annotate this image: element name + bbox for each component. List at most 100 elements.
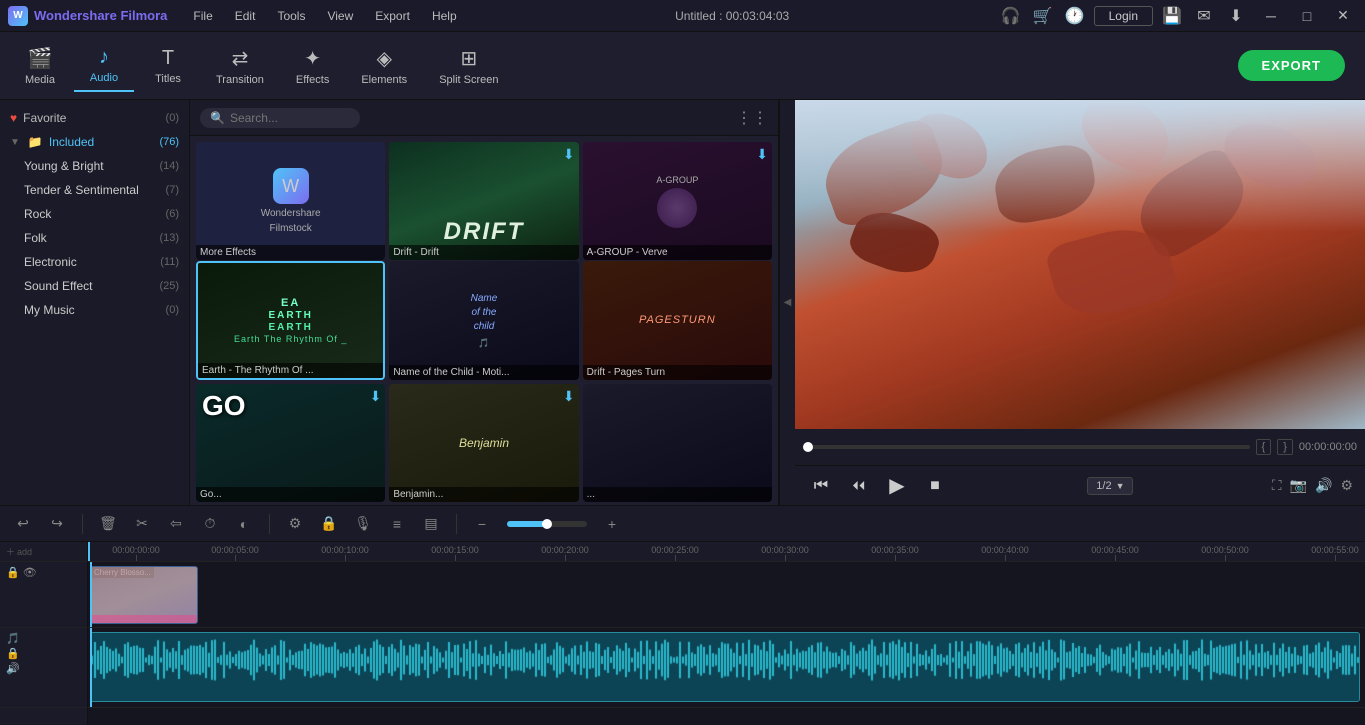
settings-btn[interactable]: ⚙ [282,511,308,537]
go-download-icon[interactable]: ⬇ [370,388,382,405]
save-icon[interactable]: 💾 [1159,3,1185,29]
tool-titles[interactable]: T Titles [138,41,198,91]
play-button[interactable]: ▶ [883,472,911,500]
menu-edit[interactable]: Edit [225,7,266,25]
sidebar-favorite[interactable]: ♥ Favorite (0) [0,106,189,130]
tool-audio[interactable]: ♪ Audio [74,40,134,92]
minimize-button[interactable]: ─ [1257,5,1285,27]
delete-button[interactable]: 🗑 [95,511,121,537]
drift-download-icon[interactable]: ⬇ [563,146,575,163]
start-marker[interactable]: { [1256,439,1272,455]
audio-detach-button[interactable]: ≡ [384,511,410,537]
color-match-button[interactable]: ◐ [231,511,257,537]
sidebar-sound-effect[interactable]: Sound Effect (25) [0,274,189,298]
speed-button[interactable]: ⏱ [197,511,223,537]
stop-button[interactable]: ■ [921,472,949,500]
tool-media[interactable]: 🎬 Media [10,40,70,92]
folk-count: (13) [159,232,179,244]
frame-back-button[interactable]: ⏴⏴ [845,472,873,500]
more-effects-label: More Effects [196,245,385,260]
settings-icon[interactable]: ⚙ [1340,477,1353,494]
titles-icon: T [162,47,174,70]
mail-icon[interactable]: ✉ [1191,3,1217,29]
audio-lock-icon[interactable]: 🔒 [6,647,20,660]
sidebar-rock[interactable]: Rock (6) [0,202,189,226]
page-indicator[interactable]: 1/2 ▼ [1087,477,1133,495]
panel-collapse-btn[interactable]: ◀ [779,100,795,505]
zoom-out-button[interactable]: − [469,511,495,537]
add-icon[interactable]: ＋ [6,545,15,558]
benjamin-download-icon[interactable]: ⬇ [563,388,575,405]
earth-card[interactable]: EA EARTH EARTH Earth The Rhythm Of _ Ear… [196,261,385,379]
preview-progress-bar[interactable] [803,445,1250,449]
step-back-button[interactable]: ⏮ [807,472,835,500]
zoom-slider[interactable] [507,521,587,527]
folder-icon: 📁 [28,135,43,149]
video-clip[interactable]: Cherry Blosso... [90,566,198,624]
page-value: 1/2 [1096,480,1111,492]
benjamin-card[interactable]: Benjamin ⬇ Benjamin... [389,384,578,502]
media-toolbar: 🔍 ⋮⋮ [190,100,778,136]
grid-view-icon[interactable]: ⋮⋮ [736,108,768,128]
young-bright-count: (14) [159,160,179,172]
undo-button[interactable]: ↩ [10,511,36,537]
export-button[interactable]: EXPORT [1238,50,1345,81]
sound-effect-count: (25) [159,280,179,292]
snapshot-icon[interactable]: 📷 [1290,477,1307,494]
sidebar-electronic[interactable]: Electronic (11) [0,250,189,274]
sidebar-tender-sentimental[interactable]: Tender & Sentimental (7) [0,178,189,202]
download-icon[interactable]: ⬇ [1223,3,1249,29]
menu-tools[interactable]: Tools [267,7,315,25]
unknown-card[interactable]: ... [583,384,772,502]
more-effects-card[interactable]: W Wondershare Filmstock More Effects [196,142,385,260]
drift-card[interactable]: DRIFT ⬇ Drift - Drift [389,142,578,260]
tool-split-screen[interactable]: ⊞ Split Screen [425,40,512,92]
lock-button[interactable]: 🔒 [316,511,342,537]
ruler-mark: 00:00:50:00 [1170,545,1280,561]
playhead[interactable] [88,542,90,561]
cut-button[interactable]: ✂ [129,511,155,537]
menu-export[interactable]: Export [365,7,420,25]
mic-button[interactable]: 🎙 [350,511,376,537]
audio-volume-icon[interactable]: 🔊 [6,662,20,675]
maximize-button[interactable]: □ [1293,5,1321,27]
video-eye-icon[interactable]: 👁 [23,566,37,579]
tool-effects[interactable]: ✦ Effects [282,40,343,92]
volume-icon[interactable]: 🔊 [1315,477,1332,494]
end-marker[interactable]: } [1277,439,1293,455]
split-screen-icon: ⊞ [460,46,477,71]
audio-clip[interactable]: ♪ Earth - The Rhythm Of Memories // Gene… [90,632,1360,702]
menu-file[interactable]: File [183,7,222,25]
agroup-download-icon[interactable]: ⬇ [756,146,768,163]
sidebar-young-bright[interactable]: Young & Bright (14) [0,154,189,178]
unknown-label: ... [583,487,772,502]
ruler-mark: 00:00:20:00 [510,545,620,561]
menu-view[interactable]: View [317,7,363,25]
cart-icon[interactable]: 🛒 [1030,3,1056,29]
drift-pages-card[interactable]: PAGESTURN Drift - Pages Turn [583,261,772,379]
preview-playback-controls: ⏮ ⏴⏴ ▶ ■ 1/2 ▼ ⛶ 📷 🔊 ⚙ [795,465,1365,505]
login-button[interactable]: Login [1094,6,1153,26]
name-child-card[interactable]: Nameof thechild 🎵 Name of the Child - Mo… [389,261,578,379]
search-input[interactable] [230,111,350,125]
go-card[interactable]: GO ⬇ Go... [196,384,385,502]
tool-elements[interactable]: ◈ Elements [347,40,421,92]
zoom-in-button[interactable]: + [599,511,625,537]
headset-icon[interactable]: 🎧 [998,3,1024,29]
tool-transition[interactable]: ⇄ Transition [202,40,278,92]
timeline-tracks: Cherry Blosso... ♪ Earth - The Rhythm [88,562,1365,708]
sidebar-my-music[interactable]: My Music (0) [0,298,189,322]
crop-button[interactable]: ⇦ [163,511,189,537]
agroup-card[interactable]: A-GROUP ⬇ A-GROUP - Verve [583,142,772,260]
caption-button[interactable]: ▤ [418,511,444,537]
tool-split-screen-label: Split Screen [439,74,498,86]
redo-button[interactable]: ↪ [44,511,70,537]
menu-help[interactable]: Help [422,7,467,25]
sidebar-folk[interactable]: Folk (13) [0,226,189,250]
full-screen-icon[interactable]: ⛶ [1272,477,1282,494]
clock-icon[interactable]: 🕐 [1062,3,1088,29]
timeline-scroll[interactable]: 00:00:00:00 00:00:05:00 00:00:10:00 00:0… [88,542,1365,725]
sidebar-included-section[interactable]: ▼ 📁 Included (76) [0,130,189,154]
close-button[interactable]: ✕ [1329,5,1357,27]
video-lock-icon[interactable]: 🔒 [6,566,20,579]
